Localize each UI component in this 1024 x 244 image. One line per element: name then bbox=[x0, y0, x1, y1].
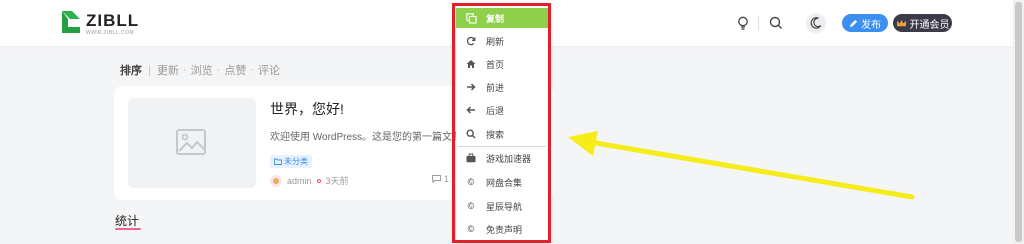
crown-icon bbox=[896, 19, 906, 26]
section-title: 统计 bbox=[115, 214, 140, 228]
sort-dot: · bbox=[183, 64, 187, 76]
comment-count-value: 1 bbox=[444, 174, 450, 184]
search-icon[interactable] bbox=[767, 14, 785, 32]
comment-icon bbox=[432, 175, 441, 183]
logo-mark-icon bbox=[62, 11, 80, 33]
theme-toggle[interactable] bbox=[806, 13, 826, 33]
sort-option-update[interactable]: 更新 bbox=[157, 62, 179, 78]
category-badge[interactable]: 未分类 bbox=[270, 155, 312, 168]
sort-bar: 排序 更新 · 浏览 · 点赞 · 评论 bbox=[120, 62, 280, 78]
annotation-arrow-icon bbox=[568, 131, 915, 200]
sort-option-views[interactable]: 浏览 bbox=[191, 62, 213, 78]
post-thumbnail[interactable] bbox=[128, 98, 256, 188]
section-underline bbox=[115, 228, 141, 230]
vip-button[interactable]: 开通会员 bbox=[893, 14, 952, 32]
post-time: 3天前 bbox=[325, 176, 349, 186]
pencil-icon bbox=[849, 19, 858, 27]
publish-button[interactable]: 发布 bbox=[842, 14, 888, 32]
sort-dot: · bbox=[250, 64, 255, 76]
logo-wordmark: ZIBLL bbox=[86, 11, 140, 30]
highlight-box bbox=[452, 3, 551, 243]
sort-option-likes[interactable]: 点赞 bbox=[224, 62, 246, 78]
author-name[interactable]: admin bbox=[287, 176, 312, 186]
moon-icon bbox=[810, 17, 822, 29]
vip-label: 开通会员 bbox=[909, 19, 950, 31]
folder-icon bbox=[274, 158, 282, 165]
site-logo[interactable]: ZIBLL WWW.ZIBLL.COM bbox=[60, 9, 140, 37]
post-excerpt: 欢迎使用 WordPress。这是您的第一篇文章。 bbox=[270, 132, 460, 143]
image-placeholder-icon bbox=[176, 129, 206, 155]
post-title[interactable]: 世界，您好! bbox=[270, 99, 344, 119]
comment-count[interactable]: 1 bbox=[432, 174, 449, 184]
sort-divider bbox=[149, 64, 150, 76]
time-dot-icon bbox=[316, 178, 321, 183]
category-label: 未分类 bbox=[284, 157, 308, 166]
publish-label: 发布 bbox=[861, 19, 881, 31]
post-meta: admin 3天前 bbox=[270, 174, 349, 187]
sort-label: 排序 bbox=[120, 65, 142, 77]
scrollbar-thumb[interactable] bbox=[1015, 2, 1022, 242]
avatar[interactable] bbox=[270, 174, 282, 187]
sort-option-comments[interactable]: 评论 bbox=[258, 62, 280, 78]
bulb-icon[interactable] bbox=[734, 14, 752, 32]
logo-tagline: WWW.ZIBLL.COM bbox=[86, 30, 135, 36]
header-divider bbox=[758, 16, 759, 30]
sort-dot: · bbox=[216, 64, 221, 76]
